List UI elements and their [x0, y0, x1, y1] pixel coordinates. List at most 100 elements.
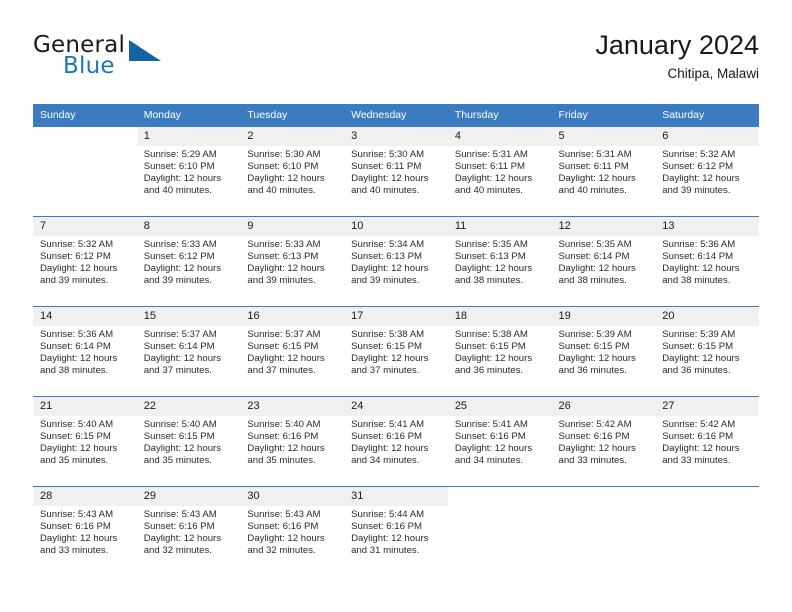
calendar-day-cell[interactable]: 23 Sunrise: 5:40 AM Sunset: 6:16 PM Dayligh…	[240, 396, 345, 486]
daylight-text-line1: Daylight: 12 hours	[143, 173, 222, 185]
calendar-day-cell[interactable]: 24 Sunrise: 5:41 AM Sunset: 6:16 PM Dayligh…	[344, 396, 448, 486]
calendar-day-cell[interactable]: 13 Sunrise: 5:36 AM Sunset: 6:14 PM Dayligh…	[655, 216, 759, 306]
calendar-day-cell[interactable]: 15 Sunrise: 5:37 AM Sunset: 6:14 PM Dayligh…	[136, 306, 241, 396]
day-cell-inner: 19 Sunrise: 5:39 AM Sunset: 6:15 PM Dayligh…	[551, 306, 656, 396]
daylight-text-line1: Daylight: 12 hours	[247, 533, 325, 545]
daylight-text-line1: Daylight: 12 hours	[40, 263, 118, 275]
day-number	[448, 487, 552, 506]
sunset-text: Sunset: 6:11 PM	[351, 161, 422, 173]
weekday-header-sunday: Sunday	[33, 104, 137, 126]
day-number	[552, 487, 656, 506]
day-number: 18	[447, 307, 552, 326]
daylight-text-line1: Daylight: 12 hours	[454, 263, 533, 275]
day-cell-inner: 7 Sunrise: 5:32 AM Sunset: 6:12 PM Daylight…	[33, 216, 137, 306]
day-cell-inner: 29 Sunrise: 5:43 AM Sunset: 6:16 PM Dayligh…	[136, 486, 241, 576]
day-number: 21	[33, 397, 137, 416]
day-cell-inner: 11 Sunrise: 5:35 AM Sunset: 6:13 PM Dayligh…	[447, 216, 552, 306]
day-number: 4	[447, 127, 552, 146]
calendar-day-cell[interactable]: 4 Sunrise: 5:31 AM Sunset: 6:11 PM Daylight…	[447, 126, 552, 216]
calendar-day-cell[interactable]: 25 Sunrise: 5:41 AM Sunset: 6:16 PM Dayligh…	[447, 396, 552, 486]
calendar-day-cell[interactable]: 29 Sunrise: 5:43 AM Sunset: 6:16 PM Dayligh…	[136, 486, 241, 576]
day-number: 1	[136, 127, 241, 146]
day-cell-inner	[33, 126, 137, 216]
daylight-text-line2: and 39 minutes.	[40, 275, 109, 287]
calendar-day-cell[interactable]: 7 Sunrise: 5:32 AM Sunset: 6:12 PM Daylight…	[33, 216, 137, 306]
calendar-day-cell[interactable]: 16 Sunrise: 5:37 AM Sunset: 6:15 PM Dayligh…	[240, 306, 345, 396]
calendar-week-row: 7 Sunrise: 5:32 AM Sunset: 6:12 PM Daylight…	[33, 216, 759, 306]
day-details: Sunrise: 5:39 AM Sunset: 6:15 PM Daylight:…	[655, 326, 759, 377]
sunrise-text: Sunrise: 5:38 AM	[351, 329, 425, 340]
daylight-text-line2: and 35 minutes.	[247, 455, 316, 467]
brand-logo[interactable]: General Blue	[33, 32, 263, 90]
calendar-day-cell[interactable]: 1 Sunrise: 5:29 AM Sunset: 6:10 PM Daylight…	[136, 126, 241, 216]
calendar-day-cell[interactable]: 19 Sunrise: 5:39 AM Sunset: 6:15 PM Dayligh…	[551, 306, 656, 396]
day-cell-inner: 13 Sunrise: 5:36 AM Sunset: 6:14 PM Dayligh…	[655, 216, 759, 306]
sunset-text: Sunset: 6:15 PM	[143, 431, 215, 443]
calendar-day-cell[interactable]: 3 Sunrise: 5:30 AM Sunset: 6:11 PM Daylight…	[344, 126, 448, 216]
calendar-day-cell[interactable]: 10 Sunrise: 5:34 AM Sunset: 6:13 PM Dayligh…	[344, 216, 448, 306]
sunrise-text: Sunrise: 5:35 AM	[558, 239, 632, 250]
calendar-day-cell[interactable]: 31 Sunrise: 5:44 AM Sunset: 6:16 PM Dayligh…	[344, 486, 448, 576]
day-cell-inner: 23 Sunrise: 5:40 AM Sunset: 6:16 PM Dayligh…	[240, 396, 345, 486]
calendar-day-cell[interactable]: 14 Sunrise: 5:36 AM Sunset: 6:14 PM Dayligh…	[33, 306, 137, 396]
daylight-text-line1: Daylight: 12 hours	[662, 353, 740, 365]
calendar-day-cell[interactable]: 30 Sunrise: 5:43 AM Sunset: 6:16 PM Dayligh…	[240, 486, 345, 576]
day-cell-inner: 28 Sunrise: 5:43 AM Sunset: 6:16 PM Dayligh…	[33, 486, 137, 576]
calendar-day-cell[interactable]: 8 Sunrise: 5:33 AM Sunset: 6:12 PM Daylight…	[136, 216, 241, 306]
daylight-text-line1: Daylight: 12 hours	[662, 443, 740, 455]
day-number: 17	[344, 307, 448, 326]
daylight-text-line2: and 32 minutes.	[143, 545, 212, 557]
sunrise-text: Sunrise: 5:33 AM	[247, 239, 321, 250]
day-cell-inner: 17 Sunrise: 5:38 AM Sunset: 6:15 PM Dayligh…	[344, 306, 448, 396]
daylight-text-line1: Daylight: 12 hours	[351, 263, 429, 275]
day-number: 11	[447, 217, 552, 236]
calendar-day-cell[interactable]: 11 Sunrise: 5:35 AM Sunset: 6:13 PM Dayligh…	[447, 216, 552, 306]
sunset-text: Sunset: 6:13 PM	[247, 251, 319, 263]
calendar-week-row: 14 Sunrise: 5:36 AM Sunset: 6:14 PM Dayligh…	[33, 306, 759, 396]
sunset-text: Sunset: 6:16 PM	[351, 431, 423, 443]
day-details: Sunrise: 5:40 AM Sunset: 6:16 PM Daylight:…	[240, 416, 344, 467]
daylight-text-line1: Daylight: 12 hours	[247, 263, 325, 275]
sunset-text: Sunset: 6:14 PM	[143, 341, 215, 353]
calendar-day-cell[interactable]: 5 Sunrise: 5:31 AM Sunset: 6:11 PM Daylight…	[551, 126, 656, 216]
calendar-day-cell[interactable]: 18 Sunrise: 5:38 AM Sunset: 6:15 PM Dayligh…	[447, 306, 552, 396]
day-cell-inner: 31 Sunrise: 5:44 AM Sunset: 6:16 PM Dayligh…	[344, 486, 448, 576]
day-cell-inner	[551, 486, 656, 576]
triangle-logo-icon	[129, 40, 161, 61]
daylight-text-line2: and 40 minutes.	[351, 185, 420, 197]
calendar-day-cell[interactable]: 12 Sunrise: 5:35 AM Sunset: 6:14 PM Dayligh…	[551, 216, 656, 306]
day-details: Sunrise: 5:32 AM Sunset: 6:12 PM Daylight:…	[655, 146, 759, 197]
day-cell-inner: 24 Sunrise: 5:41 AM Sunset: 6:16 PM Dayligh…	[344, 396, 448, 486]
sunrise-text: Sunrise: 5:39 AM	[662, 329, 736, 340]
calendar-day-cell[interactable]: 17 Sunrise: 5:38 AM Sunset: 6:15 PM Dayligh…	[344, 306, 448, 396]
daylight-text-line1: Daylight: 12 hours	[143, 533, 222, 545]
day-details: Sunrise: 5:32 AM Sunset: 6:12 PM Daylight:…	[33, 236, 137, 287]
day-number: 13	[655, 217, 759, 236]
daylight-text-line1: Daylight: 12 hours	[351, 353, 429, 365]
day-cell-inner: 6 Sunrise: 5:32 AM Sunset: 6:12 PM Daylight…	[655, 126, 759, 216]
calendar-day-cell[interactable]: 22 Sunrise: 5:40 AM Sunset: 6:15 PM Dayligh…	[136, 396, 241, 486]
calendar-day-cell[interactable]: 9 Sunrise: 5:33 AM Sunset: 6:13 PM Daylight…	[240, 216, 345, 306]
calendar-week-row: 28 Sunrise: 5:43 AM Sunset: 6:16 PM Dayligh…	[33, 486, 759, 576]
calendar-day-cell	[33, 126, 137, 216]
day-cell-inner: 27 Sunrise: 5:42 AM Sunset: 6:16 PM Dayligh…	[655, 396, 759, 486]
day-number: 7	[33, 217, 137, 236]
calendar-day-cell[interactable]: 21 Sunrise: 5:40 AM Sunset: 6:15 PM Dayligh…	[33, 396, 137, 486]
calendar-day-cell[interactable]: 26 Sunrise: 5:42 AM Sunset: 6:16 PM Dayligh…	[551, 396, 656, 486]
day-details: Sunrise: 5:42 AM Sunset: 6:16 PM Daylight:…	[552, 416, 656, 467]
day-details: Sunrise: 5:42 AM Sunset: 6:16 PM Daylight:…	[655, 416, 759, 467]
day-number	[655, 487, 759, 506]
brand-name-blue: Blue	[63, 53, 115, 79]
daylight-text-line2: and 38 minutes.	[662, 275, 731, 287]
calendar-day-cell[interactable]: 27 Sunrise: 5:42 AM Sunset: 6:16 PM Dayligh…	[655, 396, 759, 486]
daylight-text-line1: Daylight: 12 hours	[558, 443, 636, 455]
calendar-day-cell[interactable]: 2 Sunrise: 5:30 AM Sunset: 6:10 PM Daylight…	[240, 126, 345, 216]
calendar-day-cell[interactable]: 28 Sunrise: 5:43 AM Sunset: 6:16 PM Dayligh…	[33, 486, 137, 576]
calendar-page: General Blue January 2024 Chitipa, Malaw…	[0, 0, 792, 612]
calendar-day-cell[interactable]: 20 Sunrise: 5:39 AM Sunset: 6:15 PM Dayligh…	[655, 306, 759, 396]
calendar-day-cell[interactable]: 6 Sunrise: 5:32 AM Sunset: 6:12 PM Daylight…	[655, 126, 759, 216]
calendar-week-row: 1 Sunrise: 5:29 AM Sunset: 6:10 PM Daylight…	[33, 126, 759, 216]
daylight-text-line2: and 37 minutes.	[247, 365, 316, 377]
day-number: 16	[240, 307, 345, 326]
sunset-text: Sunset: 6:16 PM	[351, 521, 423, 533]
